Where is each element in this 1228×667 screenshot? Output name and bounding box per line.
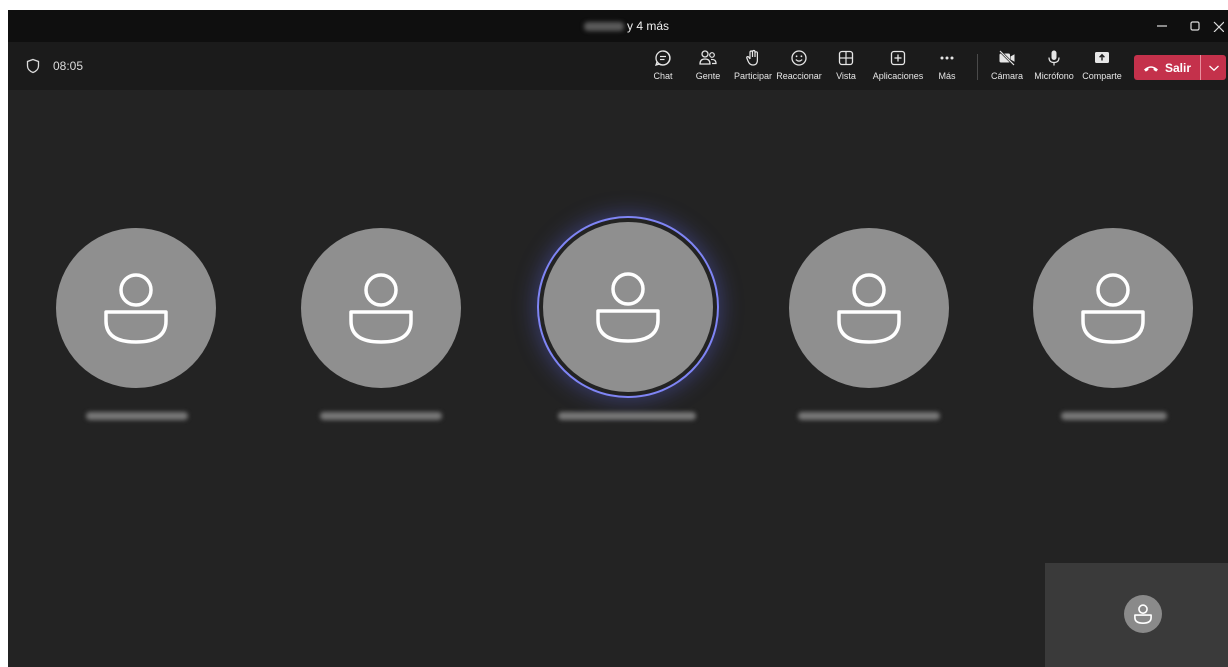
raise-hand-label: Participar bbox=[733, 71, 772, 81]
more-label: Más bbox=[938, 71, 956, 81]
window-title: y 4 más bbox=[584, 10, 669, 42]
raise-hand-icon bbox=[746, 49, 758, 66]
react-label: Reaccionar bbox=[776, 71, 822, 81]
people-button[interactable]: Gente bbox=[694, 48, 722, 88]
people-label: Gente bbox=[695, 71, 721, 81]
camera-label: Cámara bbox=[990, 71, 1023, 81]
participant-name bbox=[320, 412, 442, 420]
minimize-icon bbox=[1157, 25, 1167, 27]
more-icon bbox=[940, 56, 954, 60]
apps-label: Aplicaciones bbox=[872, 71, 924, 81]
self-avatar bbox=[1124, 595, 1162, 633]
person-icon bbox=[1081, 273, 1145, 344]
view-label: Vista bbox=[836, 71, 856, 81]
person-icon bbox=[837, 273, 901, 344]
participant-name bbox=[1061, 412, 1167, 420]
person-icon bbox=[1134, 604, 1152, 624]
share-button[interactable]: Comparte bbox=[1081, 48, 1123, 88]
meeting-toolbar: 08:05 Chat Gente Participar Reaccionar V… bbox=[8, 42, 1228, 90]
chat-icon bbox=[654, 50, 671, 66]
microphone-label: Micrófono bbox=[1034, 71, 1074, 81]
participant-tile[interactable] bbox=[1033, 228, 1193, 388]
shield-icon bbox=[26, 58, 40, 74]
person-icon bbox=[596, 272, 660, 343]
blurred-participant-name bbox=[584, 21, 624, 31]
meeting-window: y 4 más 08:05 Chat Gente Participar Reac… bbox=[8, 10, 1228, 667]
participant-tile-speaking[interactable] bbox=[543, 222, 713, 392]
grid-view-icon bbox=[838, 50, 854, 66]
raise-hand-button[interactable]: Participar bbox=[733, 48, 773, 88]
leave-label: Salir bbox=[1164, 60, 1191, 75]
smiley-icon bbox=[791, 50, 807, 66]
participant-tile[interactable] bbox=[789, 228, 949, 388]
camera-button[interactable]: Cámara bbox=[990, 48, 1024, 88]
restore-icon bbox=[1190, 21, 1200, 31]
participant-name bbox=[86, 412, 188, 420]
react-button[interactable]: Reaccionar bbox=[776, 48, 822, 88]
minimize-button[interactable] bbox=[1145, 10, 1179, 42]
person-icon bbox=[104, 273, 168, 344]
chat-label: Chat bbox=[653, 71, 673, 81]
close-icon bbox=[1213, 21, 1224, 32]
leave-options-button[interactable] bbox=[1200, 55, 1226, 80]
chat-button[interactable]: Chat bbox=[650, 48, 676, 88]
window-title-text: y 4 más bbox=[627, 19, 670, 33]
close-button[interactable] bbox=[1208, 10, 1228, 42]
microphone-button[interactable]: Micrófono bbox=[1032, 48, 1076, 88]
add-app-icon bbox=[890, 50, 906, 66]
microphone-icon bbox=[1048, 50, 1060, 66]
participant-tile[interactable] bbox=[56, 228, 216, 388]
leave-button[interactable]: Salir bbox=[1134, 55, 1200, 80]
restore-button[interactable] bbox=[1178, 10, 1212, 42]
title-bar: y 4 más bbox=[8, 10, 1228, 42]
participant-name bbox=[558, 412, 696, 420]
participant-tile[interactable] bbox=[301, 228, 461, 388]
more-button[interactable]: Más bbox=[937, 48, 957, 88]
chevron-down-icon bbox=[1208, 65, 1219, 71]
apps-button[interactable]: Aplicaciones bbox=[872, 48, 924, 88]
view-button[interactable]: Vista bbox=[833, 48, 859, 88]
person-icon bbox=[349, 273, 413, 344]
camera-off-icon bbox=[999, 50, 1015, 66]
share-icon bbox=[1095, 52, 1109, 63]
meeting-timer: 08:05 bbox=[53, 59, 84, 73]
share-label: Comparte bbox=[1082, 71, 1122, 81]
self-view-panel[interactable] bbox=[1045, 563, 1228, 667]
toolbar-divider bbox=[977, 54, 978, 80]
participant-name bbox=[798, 412, 940, 420]
hang-up-icon bbox=[1143, 65, 1158, 72]
people-icon bbox=[699, 50, 717, 65]
